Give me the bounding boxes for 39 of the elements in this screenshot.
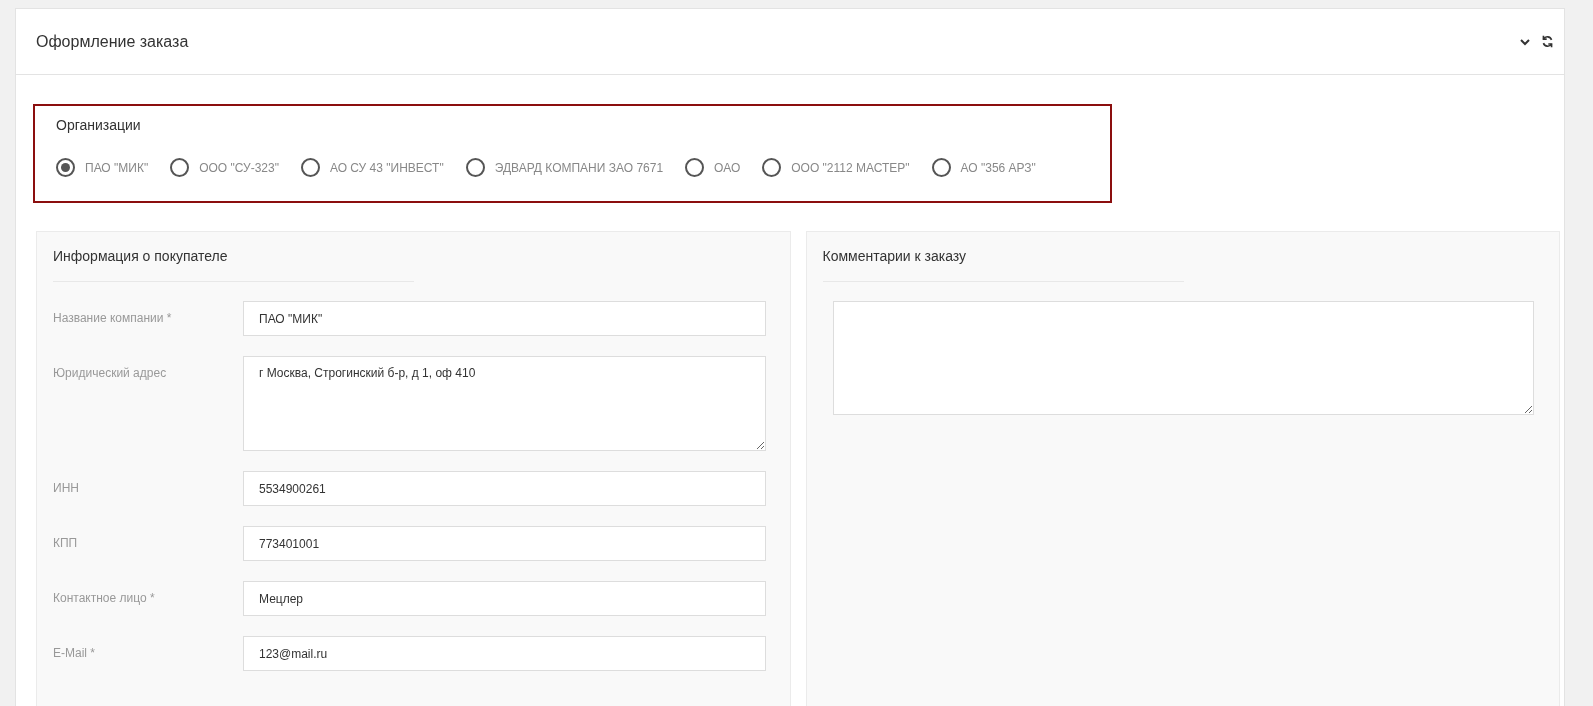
comments-title: Комментарии к заказу	[822, 248, 1184, 282]
radio-button-icon[interactable]	[170, 158, 190, 177]
organization-label: ЭДВАРД КОМПАНИ ЗАО 7671	[494, 160, 664, 175]
organization-label: ПАО "МИК"	[85, 160, 149, 175]
radio-button-icon[interactable]	[465, 158, 485, 177]
organization-label: ООО "2112 МАСТЕР"	[791, 160, 910, 175]
field-label: Юридический адрес	[53, 365, 168, 380]
organization-radio[interactable]: ООО "СУ-323"	[170, 158, 279, 177]
organization-label: АО "356 АРЗ"	[960, 160, 1036, 175]
refresh-icon[interactable]	[1541, 35, 1554, 48]
radio-button-icon[interactable]	[56, 158, 75, 177]
organization-radio[interactable]: ООО "2112 МАСТЕР"	[762, 158, 910, 177]
input-field[interactable]: Мецлер	[243, 581, 766, 616]
radio-button-icon[interactable]	[762, 158, 782, 177]
field-label: Название компании *	[53, 310, 173, 325]
input-field[interactable]: 123@mail.ru	[243, 636, 766, 671]
organization-label: АО СУ 43 "ИНВЕСТ"	[329, 160, 444, 175]
organization-radio[interactable]: ЭДВАРД КОМПАНИ ЗАО 7671	[465, 158, 664, 177]
organization-radio[interactable]: ПАО "МИК"	[56, 158, 149, 177]
organization-label: ООО "СУ-323"	[199, 160, 279, 175]
organization-radio[interactable]: АО "356 АРЗ"	[931, 158, 1036, 177]
field-label: Контактное лицо *	[53, 590, 156, 605]
field-label: КПП	[53, 535, 79, 550]
organization-radio[interactable]: АО СУ 43 "ИНВЕСТ"	[300, 158, 444, 177]
organizations-title: Организации	[56, 117, 142, 133]
input-field[interactable]: 5534900261	[243, 471, 766, 506]
panel-title: Оформление заказа	[36, 32, 190, 51]
radio-button-icon[interactable]	[685, 158, 705, 177]
comment-field[interactable]	[832, 301, 1534, 415]
field-label: ИНН	[53, 480, 80, 495]
field-label: E-Mail *	[53, 645, 96, 660]
address-field[interactable]: г Москва, Строгинский б-р, д 1, оф 410	[243, 356, 766, 451]
radio-button-icon[interactable]	[931, 158, 951, 177]
buyer-title: Информация о покупателе	[53, 248, 414, 282]
radio-button-icon[interactable]	[300, 158, 320, 177]
input-field[interactable]: 773401001	[243, 526, 766, 561]
input-field[interactable]: ПАО "МИК"	[243, 301, 766, 336]
organization-radio[interactable]: ОАО	[685, 158, 741, 177]
organization-label: ОАО	[714, 160, 741, 175]
